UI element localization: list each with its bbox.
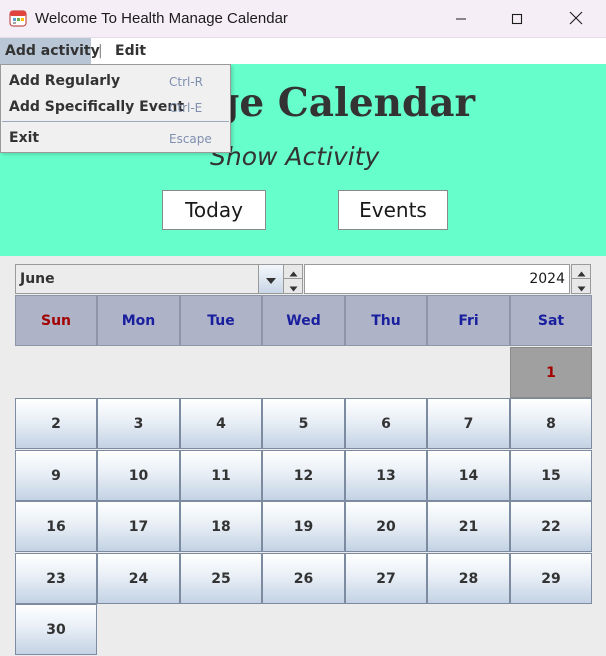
day-cell-2[interactable]: 2 bbox=[15, 398, 97, 449]
weekday-header-tue: Tue bbox=[180, 295, 262, 346]
day-cell-6[interactable]: 6 bbox=[345, 398, 427, 449]
menu-item-label: Add Specifically Event bbox=[9, 99, 185, 115]
menu-separator: | bbox=[98, 43, 103, 59]
year-field[interactable]: 2024 bbox=[304, 264, 570, 294]
maximize-icon bbox=[511, 10, 523, 29]
day-cell-27[interactable]: 27 bbox=[345, 553, 427, 604]
day-cell-1[interactable]: 1 bbox=[510, 347, 592, 398]
month-select[interactable]: June bbox=[15, 264, 283, 294]
menu-item-label: Add Regularly bbox=[9, 73, 121, 89]
day-cell-24[interactable]: 24 bbox=[97, 553, 180, 604]
day-cell-25[interactable]: 25 bbox=[180, 553, 262, 604]
weekday-header-sat: Sat bbox=[510, 295, 592, 346]
day-cell-10[interactable]: 10 bbox=[97, 450, 180, 501]
minimize-icon bbox=[455, 10, 467, 29]
day-cell-23[interactable]: 23 bbox=[15, 553, 97, 604]
page-subtitle: Show Activity bbox=[210, 142, 380, 171]
day-cell-28[interactable]: 28 bbox=[427, 553, 510, 604]
arrow-down-icon bbox=[577, 277, 586, 296]
day-cell-12[interactable]: 12 bbox=[262, 450, 345, 501]
day-cell-26[interactable]: 26 bbox=[262, 553, 345, 604]
day-cell-22[interactable]: 22 bbox=[510, 501, 592, 552]
minimize-button[interactable] bbox=[438, 0, 484, 38]
day-cell-9[interactable]: 9 bbox=[15, 450, 97, 501]
maximize-button[interactable] bbox=[494, 0, 540, 38]
menu-item-exit[interactable]: Exit Escape bbox=[1, 126, 230, 152]
month-dropdown-button[interactable] bbox=[258, 265, 283, 293]
menu-item-shortcut: Ctrl-R bbox=[169, 75, 204, 89]
calendar-icon bbox=[9, 9, 27, 27]
month-decrement-button[interactable] bbox=[284, 279, 302, 293]
day-cell-15[interactable]: 15 bbox=[510, 450, 592, 501]
calendar-grid: Sun Mon Tue Wed Thu Fri Sat 1 2 3 4 5 6 7 8 9 10 11 12 13 14… bbox=[15, 295, 592, 655]
day-cell-20[interactable]: 20 bbox=[345, 501, 427, 552]
menu-item-shortcut: Escape bbox=[169, 132, 212, 146]
menu-item-shortcut: Ctrl-E bbox=[169, 101, 203, 115]
day-cell-29[interactable]: 29 bbox=[510, 553, 592, 604]
menu-divider bbox=[2, 121, 229, 122]
weekday-header-thu: Thu bbox=[345, 295, 427, 346]
day-cell-13[interactable]: 13 bbox=[345, 450, 427, 501]
day-cell-19[interactable]: 19 bbox=[262, 501, 345, 552]
day-cell-14[interactable]: 14 bbox=[427, 450, 510, 501]
menu-add-activity[interactable]: Add activity bbox=[0, 38, 100, 64]
day-cell-5[interactable]: 5 bbox=[262, 398, 345, 449]
month-value: June bbox=[20, 271, 55, 287]
month-spinner bbox=[283, 264, 303, 294]
menu-item-add-specifically-event[interactable]: Add Specifically Event Ctrl-E bbox=[1, 95, 230, 121]
day-cell-3[interactable]: 3 bbox=[97, 398, 180, 449]
weekday-header-sun: Sun bbox=[15, 295, 97, 346]
add-activity-dropdown: Add Regularly Ctrl-R Add Specifically Ev… bbox=[0, 64, 231, 153]
day-cell-8[interactable]: 8 bbox=[510, 398, 592, 449]
window-title: Welcome To Health Manage Calendar bbox=[35, 10, 288, 27]
year-value: 2024 bbox=[529, 271, 565, 287]
weekday-header-mon: Mon bbox=[97, 295, 180, 346]
today-button[interactable]: Today bbox=[162, 190, 266, 230]
menu-bar: Add activity | Edit bbox=[0, 38, 606, 64]
year-decrement-button[interactable] bbox=[572, 279, 590, 293]
day-cell-18[interactable]: 18 bbox=[180, 501, 262, 552]
weekday-header-fri: Fri bbox=[427, 295, 510, 346]
menu-item-label: Exit bbox=[9, 130, 40, 146]
menu-edit[interactable]: Edit bbox=[115, 38, 146, 64]
menu-item-add-regularly[interactable]: Add Regularly Ctrl-R bbox=[1, 69, 230, 95]
day-cell-16[interactable]: 16 bbox=[15, 501, 97, 552]
arrow-down-icon bbox=[289, 277, 298, 296]
chevron-down-icon bbox=[265, 270, 277, 289]
day-cell-17[interactable]: 17 bbox=[97, 501, 180, 552]
close-button[interactable] bbox=[553, 0, 599, 38]
year-spinner bbox=[571, 264, 591, 294]
day-cell-11[interactable]: 11 bbox=[180, 450, 262, 501]
day-cell-30[interactable]: 30 bbox=[15, 604, 97, 655]
day-cell-7[interactable]: 7 bbox=[427, 398, 510, 449]
title-bar: Welcome To Health Manage Calendar bbox=[0, 0, 606, 38]
close-icon bbox=[569, 10, 583, 29]
day-cell-4[interactable]: 4 bbox=[180, 398, 262, 449]
weekday-header-wed: Wed bbox=[262, 295, 345, 346]
day-cell-21[interactable]: 21 bbox=[427, 501, 510, 552]
events-button[interactable]: Events bbox=[338, 190, 448, 230]
